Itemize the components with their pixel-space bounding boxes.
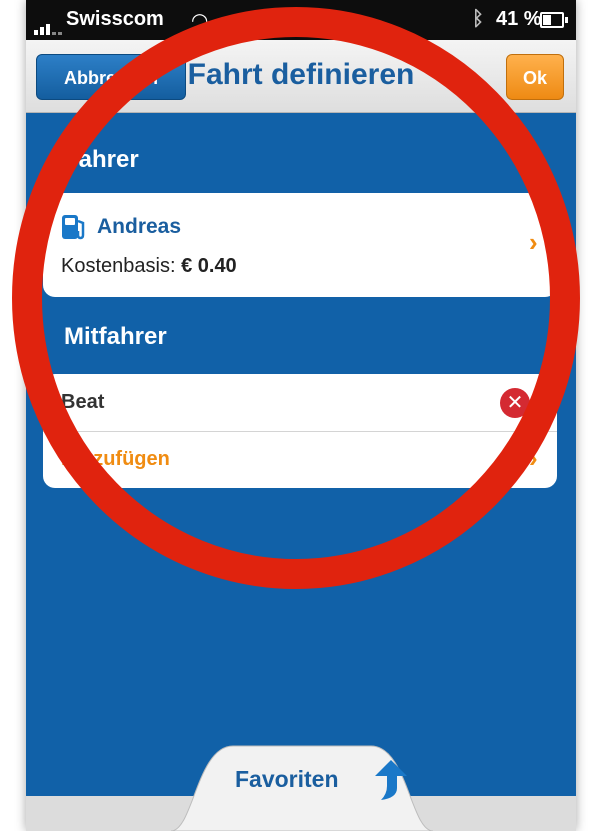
battery-percentage: 41 % — [496, 8, 542, 30]
driver-card[interactable]: Andreas Kostenbasis: € 0.40 › — [43, 193, 557, 297]
arrow-up-icon — [375, 760, 407, 800]
driver-section-title: Fahrer — [64, 146, 139, 173]
chevron-right-icon: › — [529, 443, 538, 473]
status-bar: Swisscom ◠ 21:34 ᛒ 41 % — [26, 0, 576, 40]
signal-icon — [34, 12, 64, 35]
navigation-bar: Abbrechen Fahrt definieren Ok — [26, 40, 576, 113]
ok-button[interactable]: Ok — [506, 54, 564, 100]
page-title: Fahrt definieren — [187, 58, 415, 91]
carrier-name: Swisscom — [66, 8, 164, 30]
phone-screen: Swisscom ◠ 21:34 ᛒ 41 % Abbrechen Fahrt … — [26, 0, 576, 831]
favorites-tab[interactable]: Favoriten — [171, 744, 433, 831]
clock: 21:34 — [266, 8, 318, 30]
cost-basis-value: € 0.40 — [181, 255, 237, 277]
driver-name: Andreas — [97, 215, 182, 238]
battery-icon — [540, 12, 568, 28]
passenger-list: Beat ✕ Hinzufügen › — [43, 374, 557, 488]
add-passenger-label: Hinzufügen — [61, 448, 170, 470]
cost-basis-label: Kostenbasis: — [61, 255, 176, 277]
remove-icon[interactable]: ✕ — [500, 388, 530, 418]
fuel-pump-icon — [62, 215, 85, 240]
add-passenger-row[interactable]: Hinzufügen › — [43, 431, 557, 488]
cost-basis: Kostenbasis: € 0.40 — [61, 255, 237, 278]
bluetooth-icon: ᛒ — [472, 8, 484, 30]
favorites-label: Favoriten — [235, 766, 339, 792]
chevron-right-icon: › — [529, 227, 538, 257]
passenger-section-title: Mitfahrer — [64, 323, 167, 350]
passenger-name: Beat — [61, 391, 105, 413]
wifi-icon: ◠ — [192, 10, 208, 32]
list-item[interactable]: Beat ✕ — [43, 374, 557, 432]
